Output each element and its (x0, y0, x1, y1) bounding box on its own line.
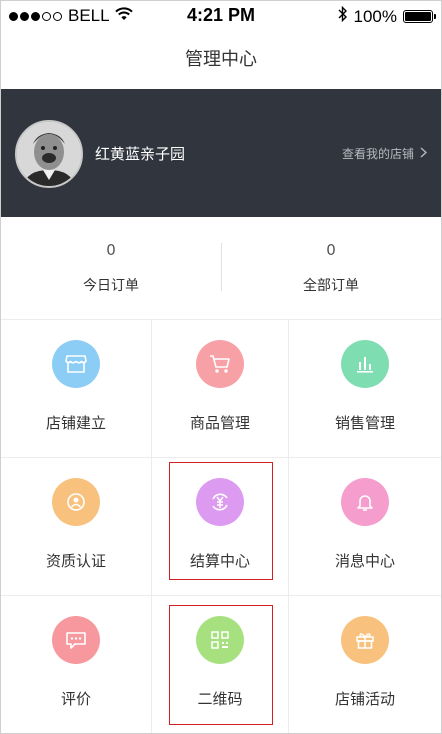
today-orders[interactable]: 0 今日订单 (1, 217, 221, 319)
nav-bar: 管理中心 (1, 33, 441, 89)
view-shop-link[interactable]: 查看我的店铺 (341, 145, 428, 162)
menu-label: 销售管理 (334, 414, 395, 432)
today-orders-label: 今日订单 (83, 278, 139, 294)
bell-icon (341, 478, 389, 526)
today-orders-count: 0 (106, 241, 116, 259)
view-shop-label: 查看我的店铺 (341, 147, 414, 161)
menu-label: 结算中心 (189, 552, 250, 570)
menu-item-settlement-center[interactable]: 结算中心 (152, 458, 289, 596)
menu-item-product-management[interactable]: 商品管理 (152, 320, 289, 458)
cart-icon (196, 340, 244, 388)
menu-label: 资质认证 (45, 552, 106, 570)
menu-item-store-promotions[interactable]: 店铺活动 (289, 596, 441, 733)
menu-item-certification[interactable]: 资质认证 (1, 458, 152, 596)
all-orders-count: 0 (326, 241, 336, 259)
menu-item-qr-code[interactable]: 二维码 (152, 596, 289, 733)
store-icon (52, 340, 100, 388)
battery-percent: 100% (353, 6, 397, 26)
bar-chart-icon (341, 340, 389, 388)
menu-label: 二维码 (197, 690, 243, 708)
chevron-right-icon (420, 146, 428, 161)
menu-item-message-center[interactable]: 消息中心 (289, 458, 441, 596)
certificate-icon (52, 478, 100, 526)
bluetooth-icon (338, 5, 348, 27)
menu-item-reviews[interactable]: 评价 (1, 596, 152, 733)
gift-icon (341, 616, 389, 664)
menu-label: 商品管理 (189, 414, 250, 432)
menu-label: 店铺活动 (334, 690, 395, 708)
function-grid: 店铺建立 商品管理 销售管理 资质认证 结算中心 消息中心 评价 二维码 店铺活… (1, 319, 441, 733)
shop-name: 红黄蓝亲子园 (95, 145, 186, 163)
all-orders-label: 全部订单 (303, 278, 359, 294)
profile-banner: 红黄蓝亲子园 查看我的店铺 (1, 89, 441, 217)
menu-item-store-setup[interactable]: 店铺建立 (1, 320, 152, 458)
qr-code-icon (196, 616, 244, 664)
all-orders[interactable]: 0 全部订单 (221, 217, 441, 319)
menu-item-sales-management[interactable]: 销售管理 (289, 320, 441, 458)
status-bar: BELL 4:21 PM 100% (1, 1, 441, 33)
menu-label: 消息中心 (334, 552, 395, 570)
order-summary: 0 今日订单 0 全部订单 (1, 217, 441, 319)
status-right: 100% (338, 5, 436, 27)
yuan-settlement-icon (196, 478, 244, 526)
comment-icon (52, 616, 100, 664)
menu-label: 店铺建立 (45, 414, 106, 432)
battery-icon (403, 10, 436, 23)
menu-label: 评价 (60, 690, 91, 708)
avatar[interactable] (15, 120, 83, 188)
phone-screen: BELL 4:21 PM 100% 管理中心 红黄蓝亲子园 查看我的店铺 0 今… (0, 0, 442, 734)
page-title: 管理中心 (185, 49, 257, 70)
